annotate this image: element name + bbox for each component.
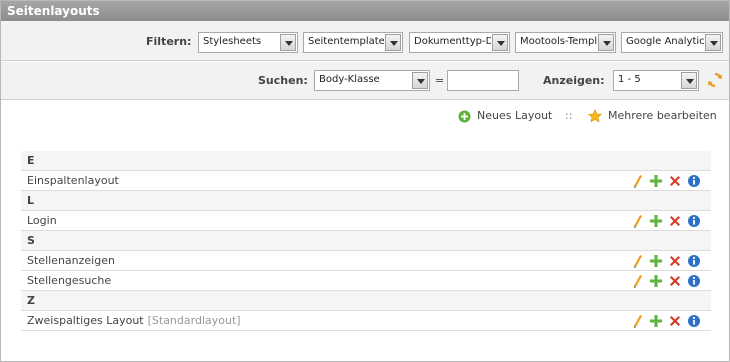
layout-list: E Einspaltenlayout L Login S Stellenanzeigen S… xyxy=(21,151,711,331)
filter-select-seitentemplate[interactable]: Seitentemplate xyxy=(303,32,403,53)
delete-icon[interactable] xyxy=(668,174,682,188)
add-icon[interactable] xyxy=(649,274,663,288)
row-actions xyxy=(631,213,703,229)
filter-select-dokumenttyp[interactable]: Dokumenttyp-D xyxy=(409,32,510,53)
delete-icon[interactable] xyxy=(668,254,682,268)
row-actions xyxy=(631,273,703,289)
layout-name[interactable]: Einspaltenlayout xyxy=(27,174,119,187)
chevron-down-icon xyxy=(598,34,614,51)
layout-name[interactable]: Stellengesuche xyxy=(27,274,111,287)
info-icon[interactable] xyxy=(687,174,701,188)
edit-icon[interactable] xyxy=(631,214,645,228)
add-icon[interactable] xyxy=(649,254,663,268)
info-icon[interactable] xyxy=(687,314,701,328)
layout-row: Login xyxy=(21,211,711,231)
top-actions: Neues Layout :: Mehrere bearbeiten xyxy=(458,109,723,125)
layout-row: Stellenanzeigen xyxy=(21,251,711,271)
page-title: Seitenlayouts xyxy=(1,1,729,21)
filter-select-stylesheets[interactable]: Stylesheets xyxy=(198,32,298,53)
chevron-down-icon xyxy=(385,34,401,51)
delete-icon[interactable] xyxy=(668,274,682,288)
layout-name[interactable]: Stellenanzeigen xyxy=(27,254,115,267)
page-frame: Seitenlayouts Filtern: Stylesheets Seite… xyxy=(0,0,730,362)
chevron-down-icon xyxy=(681,72,697,89)
info-icon[interactable] xyxy=(687,254,701,268)
chevron-down-icon xyxy=(412,72,428,89)
group-header: E xyxy=(21,151,711,171)
search-bar: Suchen: Body-Klasse = Anzeigen: 1 - 5 xyxy=(1,62,729,100)
info-icon[interactable] xyxy=(687,214,701,228)
filter-bar: Filtern: Stylesheets Seitentemplate Doku… xyxy=(1,21,729,61)
edit-icon[interactable] xyxy=(631,254,645,268)
layout-row: Einspaltenlayout xyxy=(21,171,711,191)
group-header: S xyxy=(21,231,711,251)
delete-icon[interactable] xyxy=(668,214,682,228)
add-circle-icon xyxy=(458,110,471,123)
edit-icon[interactable] xyxy=(631,274,645,288)
layout-name[interactable]: Zweispaltiges Layout xyxy=(27,314,144,327)
chevron-down-icon xyxy=(492,34,508,51)
chevron-down-icon xyxy=(705,34,721,51)
add-icon[interactable] xyxy=(649,174,663,188)
search-input[interactable] xyxy=(447,70,519,91)
refresh-icon[interactable] xyxy=(707,72,723,88)
show-count-select[interactable]: 1 - 5 xyxy=(613,70,699,91)
group-header: Z xyxy=(21,291,711,311)
delete-icon[interactable] xyxy=(668,314,682,328)
layout-row: Stellengesuche xyxy=(21,271,711,291)
edit-icon[interactable] xyxy=(631,174,645,188)
filter-select-mootools[interactable]: Mootools-Templ xyxy=(515,32,616,53)
edit-icon[interactable] xyxy=(631,314,645,328)
layout-name[interactable]: Login xyxy=(27,214,57,227)
default-layout-note: [Standardlayout] xyxy=(147,314,241,327)
row-actions xyxy=(631,313,703,329)
row-actions xyxy=(631,173,703,189)
actions-separator: :: xyxy=(565,109,573,122)
star-icon xyxy=(588,109,602,123)
add-icon[interactable] xyxy=(649,214,663,228)
filter-select-google-analytics[interactable]: Google Analytic xyxy=(621,32,723,53)
layout-row: Zweispaltiges Layout [Standardlayout] xyxy=(21,311,711,331)
show-label: Anzeigen: xyxy=(543,74,605,87)
row-actions xyxy=(631,253,703,269)
group-header: L xyxy=(21,191,711,211)
equals-sign: = xyxy=(435,74,445,87)
filter-label: Filtern: xyxy=(146,35,192,48)
add-icon[interactable] xyxy=(649,314,663,328)
search-field-select[interactable]: Body-Klasse xyxy=(314,70,430,91)
search-label: Suchen: xyxy=(258,74,308,87)
chevron-down-icon xyxy=(280,34,296,51)
info-icon[interactable] xyxy=(687,274,701,288)
